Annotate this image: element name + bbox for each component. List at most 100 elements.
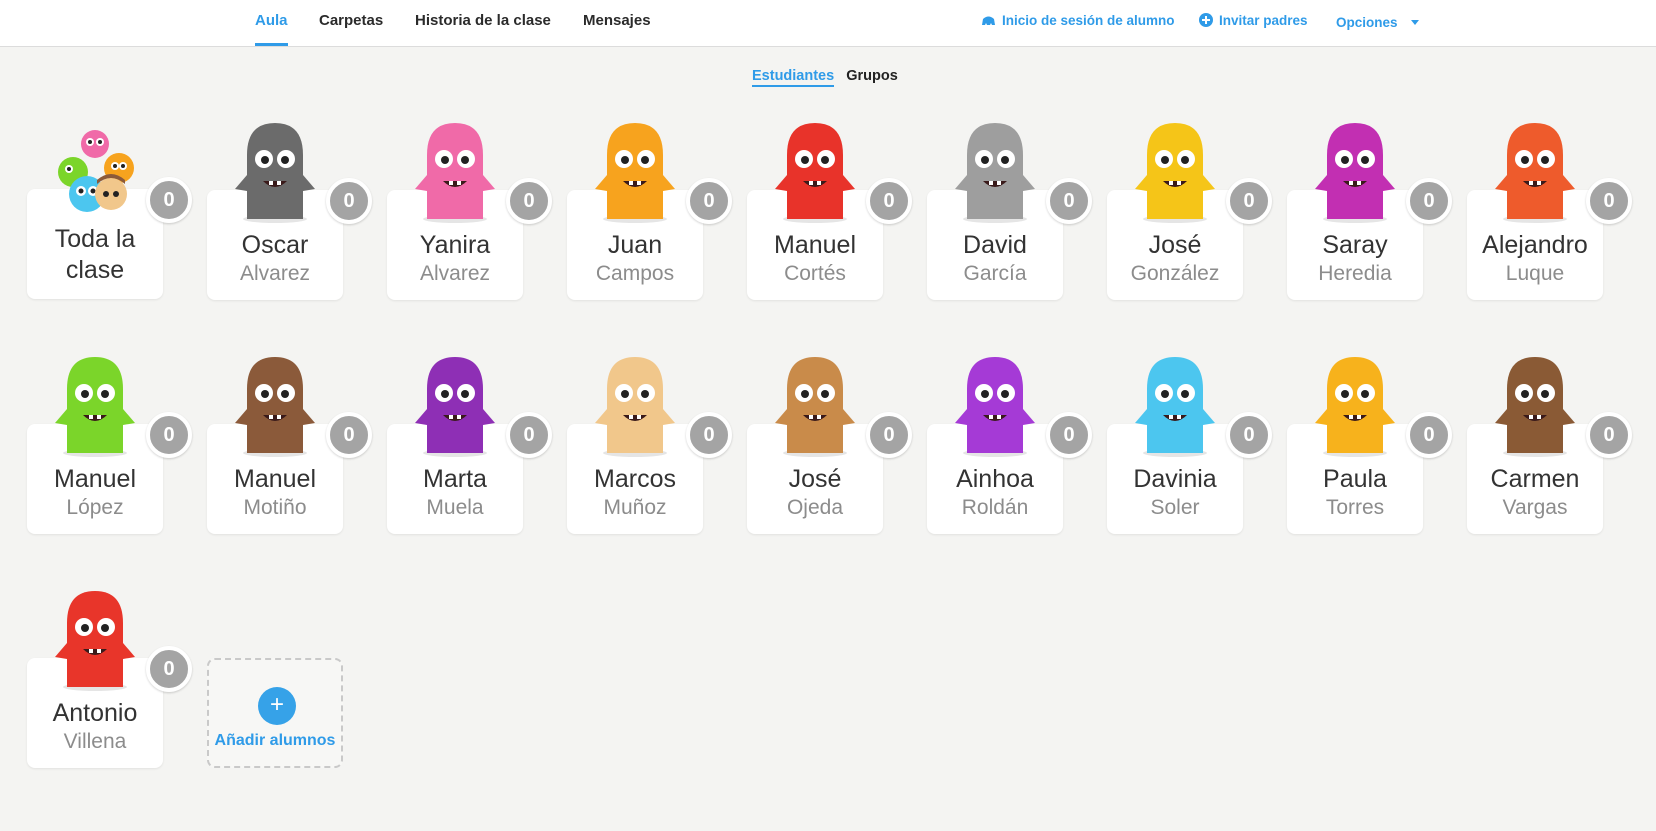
plus-icon: + (258, 687, 296, 725)
student-card[interactable]: 0 Paula Torres (1287, 357, 1452, 534)
tab-historia-de-la-clase[interactable]: Historia de la clase (415, 12, 551, 46)
student-first-name: Saray (1322, 231, 1388, 259)
monster-avatar-icon (1485, 115, 1585, 225)
monster-avatar-icon (225, 349, 325, 459)
student-first-name: Manuel (54, 465, 136, 493)
monster-avatar-icon (45, 583, 145, 693)
student-last-name: Alvarez (419, 262, 491, 285)
monster-icon (981, 15, 996, 30)
student-last-name: Ojeda (786, 496, 844, 519)
invite-parents-label: Invitar padres (1219, 13, 1308, 28)
student-last-name: Soler (1150, 496, 1200, 519)
student-card[interactable]: 0 Yanira Alvarez (387, 123, 552, 300)
add-students-button[interactable]: + Añadir alumnos (207, 658, 343, 768)
student-last-name: Motiño (243, 496, 307, 519)
points-badge: 0 (1406, 412, 1452, 458)
options-dropdown[interactable]: Opciones (1336, 13, 1420, 30)
tab-carpetas[interactable]: Carpetas (319, 12, 383, 46)
student-first-name: Ainhoa (956, 465, 1034, 493)
student-card[interactable]: 0 Davinia Soler (1107, 357, 1272, 534)
class-monsters-avatar (45, 114, 145, 224)
monster-avatar-icon (1125, 349, 1225, 459)
student-first-name: David (963, 231, 1027, 259)
monster-avatar-icon (405, 115, 505, 225)
student-card[interactable]: 0 Marcos Muñoz (567, 357, 732, 534)
student-card[interactable]: 0 David García (927, 123, 1092, 300)
student-last-name: Vargas (1502, 496, 1568, 519)
student-card[interactable]: 0 Carmen Vargas (1467, 357, 1632, 534)
student-card[interactable]: 0 Manuel Motiño (207, 357, 372, 534)
tab-aula[interactable]: Aula (255, 12, 288, 46)
student-card[interactable]: 0 Manuel López (27, 357, 192, 534)
student-first-name: José (1148, 231, 1202, 259)
points-badge: 0 (506, 178, 552, 224)
points-badge: 0 (506, 412, 552, 458)
monster-avatar-icon (765, 349, 865, 459)
monster-avatar-icon (945, 349, 1045, 459)
monster-avatar-icon (585, 115, 685, 225)
student-last-name: Heredia (1318, 262, 1392, 285)
monster-avatar-icon (1485, 349, 1585, 459)
student-first-name: Antonio (52, 699, 138, 727)
tab-mensajes[interactable]: Mensajes (583, 12, 651, 46)
student-last-name: Cortés (784, 262, 846, 285)
monster-avatar-icon (405, 349, 505, 459)
student-last-name: Roldán (961, 496, 1029, 519)
points-badge: 0 (1046, 178, 1092, 224)
whole-class-label-line2: clase (65, 256, 125, 284)
student-last-name: Muñoz (603, 496, 667, 519)
points-badge: 0 (146, 412, 192, 458)
student-card[interactable]: 0 Juan Campos (567, 123, 732, 300)
points-badge: 0 (686, 178, 732, 224)
student-card[interactable]: 0 Oscar Alvarez (207, 123, 372, 300)
student-last-name: Muela (426, 496, 484, 519)
student-first-name: Davinia (1133, 465, 1217, 493)
student-first-name: José (788, 465, 842, 493)
student-last-name: Alvarez (239, 262, 311, 285)
student-last-name: García (963, 262, 1027, 285)
student-last-name: Torres (1325, 496, 1385, 519)
top-navigation-bar: Aula Carpetas Historia de la clase Mensa… (0, 0, 1656, 47)
points-badge: 0 (146, 646, 192, 692)
whole-class-card[interactable]: 0 Toda la clase (27, 130, 192, 299)
student-card[interactable]: 0 José Ojeda (747, 357, 912, 534)
monster-avatar-icon (945, 115, 1045, 225)
monster-avatar-icon (1125, 115, 1225, 225)
student-card[interactable]: 0 Manuel Cortés (747, 123, 912, 300)
points-badge: 0 (1586, 412, 1632, 458)
toggle-students[interactable]: Estudiantes (752, 68, 835, 87)
options-label: Opciones (1336, 15, 1398, 30)
add-students-label: Añadir alumnos (214, 732, 336, 749)
monster-avatar-icon (45, 349, 145, 459)
student-card[interactable]: 0 José González (1107, 123, 1272, 300)
student-card[interactable]: 0 Antonio Villena (27, 591, 192, 768)
monster-avatar-icon (585, 349, 685, 459)
points-badge: 0 (326, 412, 372, 458)
monster-avatar-icon (1305, 115, 1405, 225)
student-first-name: Alejandro (1482, 231, 1588, 259)
students-groups-toggle: Estudiantes Grupos (752, 68, 898, 87)
points-badge: 0 (686, 412, 732, 458)
points-badge: 0 (1586, 178, 1632, 224)
student-first-name: Paula (1323, 465, 1387, 493)
student-card[interactable]: 0 Marta Muela (387, 357, 552, 534)
student-first-name: Oscar (241, 231, 309, 259)
student-last-name: Villena (63, 730, 127, 753)
student-last-name: Luque (1505, 262, 1565, 285)
points-badge: 0 (1406, 178, 1452, 224)
student-login-link[interactable]: Inicio de sesión de alumno (981, 13, 1175, 30)
chevron-down-icon (1411, 13, 1420, 28)
toggle-groups[interactable]: Grupos (846, 68, 898, 84)
student-first-name: Marta (423, 465, 487, 493)
student-card[interactable]: 0 Ainhoa Roldán (927, 357, 1092, 534)
student-card[interactable]: 0 Saray Heredia (1287, 123, 1452, 300)
student-card[interactable]: 0 Alejandro Luque (1467, 123, 1632, 300)
student-last-name: Campos (595, 262, 675, 285)
student-first-name: Manuel (774, 231, 856, 259)
points-badge: 0 (326, 178, 372, 224)
points-badge: 0 (1226, 412, 1272, 458)
student-login-label: Inicio de sesión de alumno (1002, 13, 1175, 28)
monster-avatar-icon (1305, 349, 1405, 459)
points-badge: 0 (1046, 412, 1092, 458)
invite-parents-link[interactable]: Invitar padres (1199, 13, 1308, 30)
